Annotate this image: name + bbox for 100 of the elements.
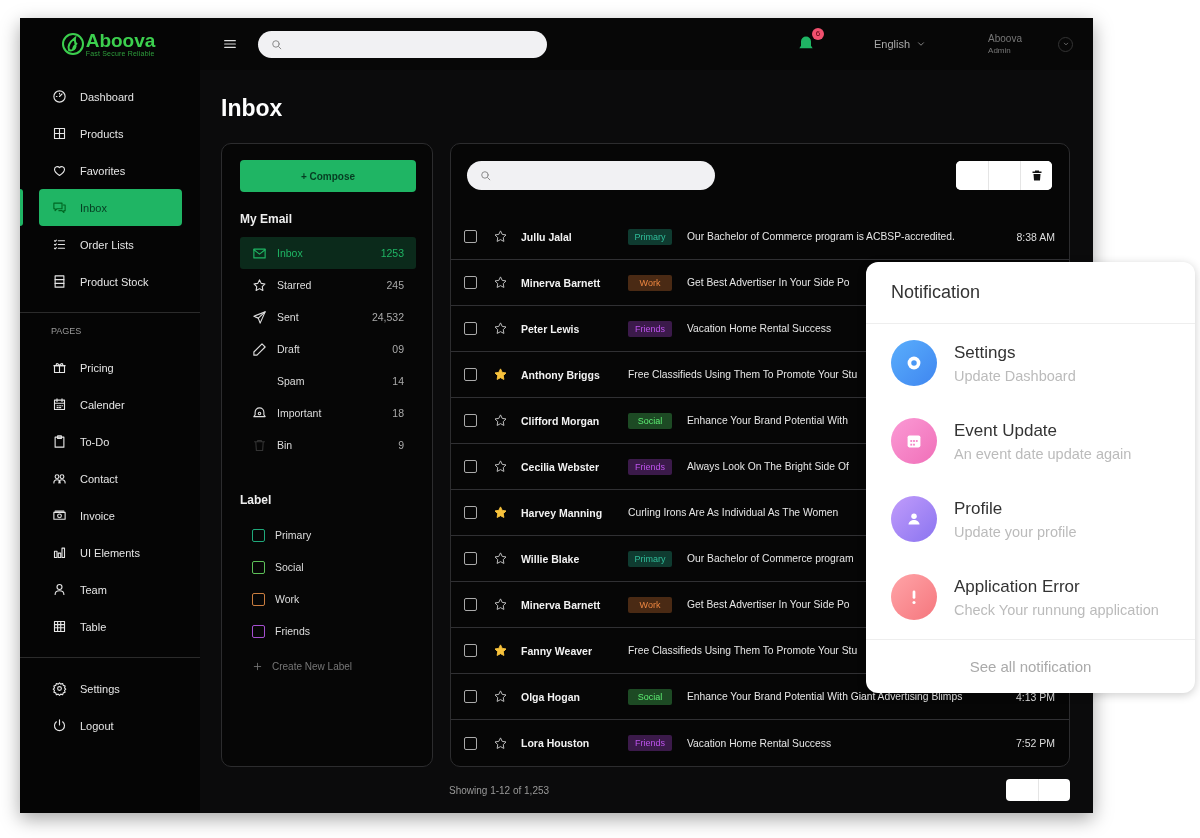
label-item[interactable]: Social	[240, 551, 416, 583]
folder-item[interactable]: Important 18	[240, 397, 416, 429]
star-outline-icon[interactable]	[493, 551, 508, 566]
checkbox[interactable]	[464, 736, 477, 750]
star-icon[interactable]	[493, 505, 508, 520]
sender-name: Harvey Manning	[521, 506, 604, 519]
language-selector[interactable]: English	[874, 38, 927, 50]
checkbox[interactable]	[464, 460, 477, 473]
label-item[interactable]: Work	[240, 583, 416, 615]
create-label-link[interactable]: Create New Label	[240, 654, 416, 678]
nav-item[interactable]: Calender	[39, 386, 182, 423]
folder-count: 09	[392, 343, 404, 355]
clipboard-icon	[52, 434, 67, 449]
nav-item[interactable]: Table	[39, 608, 182, 645]
email-time: 4:13 PM	[1015, 690, 1055, 703]
tag: Friends	[628, 320, 672, 337]
delete-button[interactable]	[1020, 161, 1052, 190]
star-outline-icon[interactable]	[493, 413, 508, 428]
tag: Work	[628, 596, 672, 613]
notification-title: Profile	[954, 498, 1004, 519]
bar-chart-icon	[52, 545, 67, 560]
grid-icon	[52, 126, 67, 141]
email-row[interactable]: Jullu Jalal Primary Our Bachelor of Commerce program is ACBSP-accredited. 8:38 AM	[451, 214, 1069, 260]
folder-item[interactable]: Draft 09	[240, 333, 416, 365]
checkbox[interactable]	[464, 506, 477, 519]
tag: Primary	[628, 550, 672, 567]
label-item[interactable]: Primary	[240, 519, 416, 551]
checkbox[interactable]	[464, 322, 477, 335]
checkbox[interactable]	[464, 368, 477, 381]
email-subject: Always Look On The Bright Side Of	[687, 461, 849, 472]
checkbox[interactable]	[464, 690, 477, 703]
nav-item[interactable]: Settings	[39, 670, 182, 707]
folder-count: 9	[398, 439, 404, 451]
sender-name: Fanny Weaver	[521, 644, 593, 657]
stack-icon	[52, 274, 67, 289]
heart-icon	[52, 163, 67, 178]
trash-icon	[252, 437, 267, 453]
nav-item[interactable]: Order Lists	[39, 226, 182, 263]
checkbox[interactable]	[464, 552, 477, 565]
email-subject: Free Classifieds Using Them To Promote Your Stu	[628, 645, 858, 656]
plus-icon	[252, 660, 263, 672]
nav-item[interactable]: Contact	[39, 460, 182, 497]
notification-title: Event Update	[954, 420, 1058, 441]
compose-button[interactable]: + Compose	[240, 160, 416, 192]
checklist-icon	[52, 237, 67, 252]
popup-title: Notification	[866, 262, 1195, 324]
gift-icon	[52, 360, 67, 375]
checkbox[interactable]	[464, 598, 477, 611]
email-time: 7:52 PM	[1015, 737, 1055, 749]
star-outline-icon[interactable]	[493, 321, 508, 336]
search-field[interactable]	[467, 161, 715, 190]
folder-count: 24,532	[371, 311, 404, 323]
nav-item[interactable]: Pricing	[39, 349, 182, 386]
star-outline-icon[interactable]	[493, 597, 508, 612]
star-outline-icon[interactable]	[493, 459, 508, 474]
star-outline-icon[interactable]	[493, 275, 508, 290]
tag: Friends	[628, 735, 672, 751]
star-icon[interactable]	[493, 367, 508, 382]
folder-item[interactable]: Inbox 1253	[240, 237, 416, 269]
folder-item[interactable]: Sent 24,532	[240, 301, 416, 333]
nav-item[interactable]: To-Do	[39, 423, 182, 460]
tag: Social	[628, 412, 672, 429]
sender-name: Olga Hogan	[521, 690, 581, 703]
sender-name: Anthony Briggs	[521, 368, 601, 381]
email-row[interactable]: Lora Houston Friends Vacation Home Rental Success 7:52 PM	[451, 720, 1069, 766]
person-icon	[52, 582, 67, 597]
checkbox[interactable]	[464, 230, 477, 243]
people-icon	[52, 471, 67, 486]
checkbox[interactable]	[464, 276, 477, 289]
checkbox[interactable]	[464, 414, 477, 427]
checkbox[interactable]	[464, 644, 477, 657]
email-subject: Our Bachelor of Commerce program is ACBSP-accredited.	[687, 231, 955, 242]
settings-icon	[52, 681, 67, 696]
nav-item[interactable]: UI Elements	[39, 534, 182, 571]
email-subject: Vacation Home Rental Success	[687, 737, 832, 749]
nav-item[interactable]: Products	[39, 115, 182, 152]
folder-item[interactable]: Starred 245	[240, 269, 416, 301]
nav-item[interactable]: Logout	[39, 707, 182, 744]
nav-item[interactable]: Product Stock	[39, 263, 182, 300]
pagination-controls	[1006, 779, 1070, 801]
star-outline-icon[interactable]	[493, 689, 508, 704]
star-icon[interactable]	[493, 643, 508, 658]
folder-count: 1253	[380, 247, 404, 259]
label-item[interactable]: Friends	[240, 615, 416, 647]
notification-button[interactable]: 6	[796, 28, 824, 54]
chat-icon	[52, 200, 67, 215]
nav-item[interactable]: Favorites	[39, 152, 182, 189]
user-name: Aboova	[988, 33, 1022, 44]
notification-badge: 6	[812, 28, 824, 40]
star-outline-icon[interactable]	[493, 735, 508, 751]
star-outline-icon[interactable]	[493, 229, 508, 244]
nav-item[interactable]: Dashboard	[39, 78, 182, 115]
nav-item[interactable]: Team	[39, 571, 182, 608]
chevron-down-icon	[916, 39, 927, 49]
sender-name: Minerva Barnett	[521, 598, 602, 611]
folder-item[interactable]: Bin 9	[240, 429, 416, 461]
nav-item[interactable]: Invoice	[39, 497, 182, 534]
email-subject: Vacation Home Rental Success	[687, 323, 832, 334]
search-field[interactable]	[258, 30, 547, 58]
folder-item[interactable]: Spam 14	[240, 365, 416, 397]
